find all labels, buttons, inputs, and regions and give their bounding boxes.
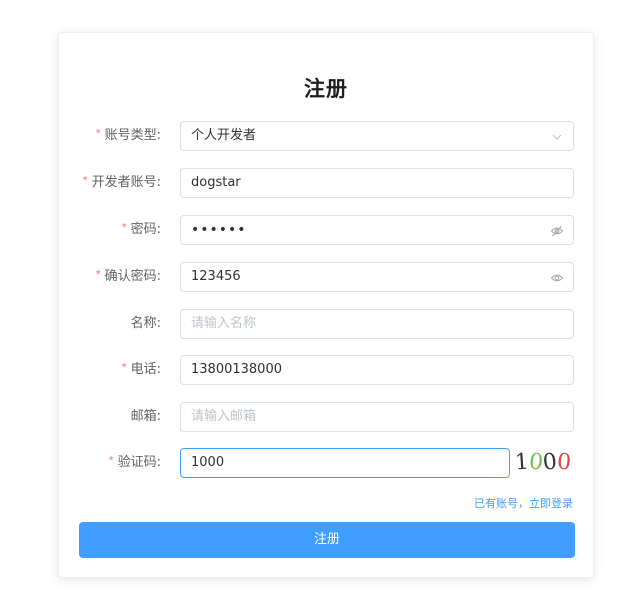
chevron-down-icon[interactable] [550,130,564,144]
label-text: 确认密码: [104,269,161,284]
confirm-password-input[interactable]: 123456 [180,262,574,292]
name-placeholder: 请输入名称 [191,316,257,331]
email-placeholder: 请输入邮箱 [191,409,257,424]
captcha-digit: 0 [555,449,573,476]
form-row-developer-account: * 开发者账号: dogstar [59,168,593,198]
phone-input[interactable]: 13800138000 [180,355,574,385]
form-row-account-type: * 账号类型: 个人开发者 [59,121,593,151]
captcha-value: 1000 [191,455,225,470]
required-mark: * [95,269,101,280]
phone-value: 13800138000 [191,362,282,377]
field-label: * 开发者账号: [83,168,161,198]
account-type-select[interactable]: 个人开发者 [180,121,574,151]
form-row-email: 邮箱: 请输入邮箱 [59,402,593,432]
register-button[interactable]: 注册 [79,522,575,558]
label-text: 邮箱: [130,409,161,424]
field-label: * 验证码: [109,448,161,478]
required-mark: * [121,362,127,373]
field-label: 名称: [131,309,161,339]
label-text: 密码: [130,222,161,237]
password-input[interactable]: •••••• [180,215,574,245]
login-link[interactable]: 已有账号，立即登录 [474,495,573,511]
required-mark: * [108,455,114,466]
confirm-password-value: 123456 [191,269,241,284]
form-row-captcha: * 验证码: 1000 1000 [59,448,593,478]
required-mark: * [82,175,88,186]
captcha-input[interactable]: 1000 [180,448,510,478]
account-type-value: 个人开发者 [191,128,257,143]
field-label: 邮箱: [131,402,161,432]
label-text: 开发者账号: [91,175,161,190]
label-text: 账号类型: [104,128,161,143]
developer-account-value: dogstar [191,175,241,190]
eye-icon[interactable] [550,271,564,285]
eye-off-icon[interactable] [550,224,564,238]
name-input[interactable]: 请输入名称 [180,309,574,339]
form-row-name: 名称: 请输入名称 [59,309,593,339]
label-text: 电话: [130,362,161,377]
label-text: 名称: [130,316,161,331]
required-mark: * [95,128,101,139]
form-row-phone: * 电话: 13800138000 [59,355,593,385]
password-value: •••••• [191,222,247,238]
register-card: 注册 * 账号类型: 个人开发者 * 开发者账号: dogstar * 密码: •••… [58,32,594,578]
form-row-confirm-password: * 确认密码: 123456 [59,262,593,292]
field-label: * 密码: [122,215,161,245]
label-text: 验证码: [117,455,161,470]
field-label: * 电话: [122,355,161,385]
form-row-password: * 密码: •••••• [59,215,593,245]
page-title: 注册 [304,77,348,101]
field-label: * 账号类型: [96,121,161,151]
developer-account-input[interactable]: dogstar [180,168,574,198]
email-input[interactable]: 请输入邮箱 [180,402,574,432]
captcha-image[interactable]: 1000 [514,446,575,480]
required-mark: * [121,222,127,233]
field-label: * 确认密码: [96,262,161,292]
